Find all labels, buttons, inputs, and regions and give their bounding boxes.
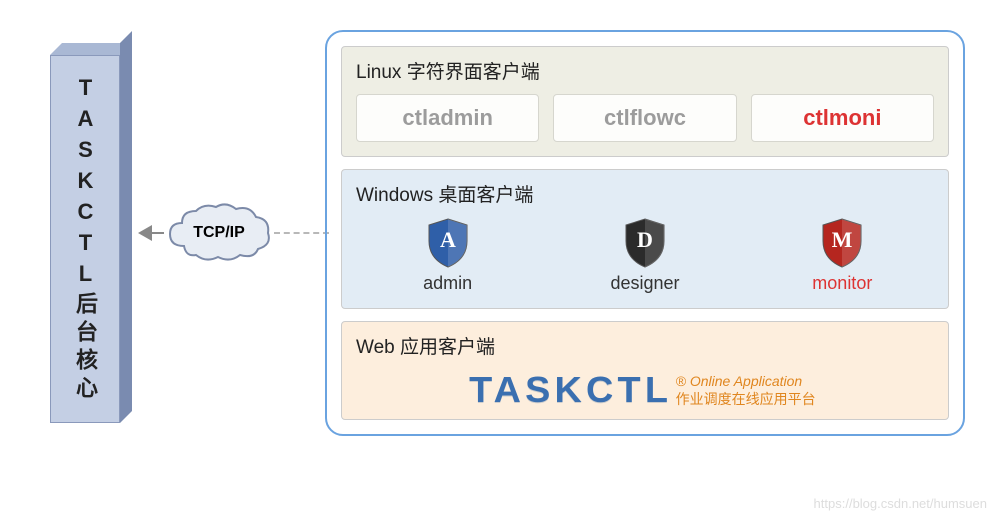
section-windows: Windows 桌面客户端 AadminDdesignerMmonitor [341, 169, 949, 309]
section-title-web: Web 应用客户端 [356, 332, 934, 359]
protocol-label: TCP/IP [193, 224, 245, 242]
linux-client-ctlmoni: ctlmoni [751, 94, 934, 142]
app-label: admin [423, 273, 472, 294]
section-web: Web 应用客户端 TASKCTL ® Online Application 作… [341, 321, 949, 420]
app-label: monitor [812, 273, 872, 294]
watermark: https://blog.csdn.net/humsuen [814, 496, 987, 511]
shield-icon: A [425, 217, 471, 269]
cloud-icon: TCP/IP [164, 201, 274, 265]
linux-client-ctladmin: ctladmin [356, 94, 539, 142]
web-subtitle: ® Online Application 作业调度在线应用平台 [676, 372, 816, 408]
shield-icon: D [622, 217, 668, 269]
section-title-windows: Windows 桌面客户端 [356, 180, 934, 207]
server-block: TASKCTL后台核心 [50, 43, 120, 423]
shield-icon: M [819, 217, 865, 269]
taskctl-logo: TASKCTL [470, 369, 673, 411]
client-panel: Linux 字符界面客户端 ctladmin ctlflowc ctlmoni Wi… [325, 30, 965, 436]
svg-text:D: D [637, 227, 653, 252]
svg-text:M: M [832, 227, 853, 252]
windows-app-monitor: Mmonitor [751, 217, 934, 294]
app-label: designer [610, 273, 679, 294]
connector: TCP/IP [138, 201, 329, 265]
section-title-linux: Linux 字符界面客户端 [356, 57, 934, 84]
section-linux: Linux 字符界面客户端 ctladmin ctlflowc ctlmoni [341, 46, 949, 157]
linux-client-ctlflowc: ctlflowc [553, 94, 736, 142]
server-label: TASKCTL后台核心 [69, 75, 101, 404]
windows-app-admin: Aadmin [356, 217, 539, 294]
windows-app-designer: Ddesigner [553, 217, 736, 294]
svg-text:A: A [440, 227, 456, 252]
arrow-icon [138, 225, 152, 241]
